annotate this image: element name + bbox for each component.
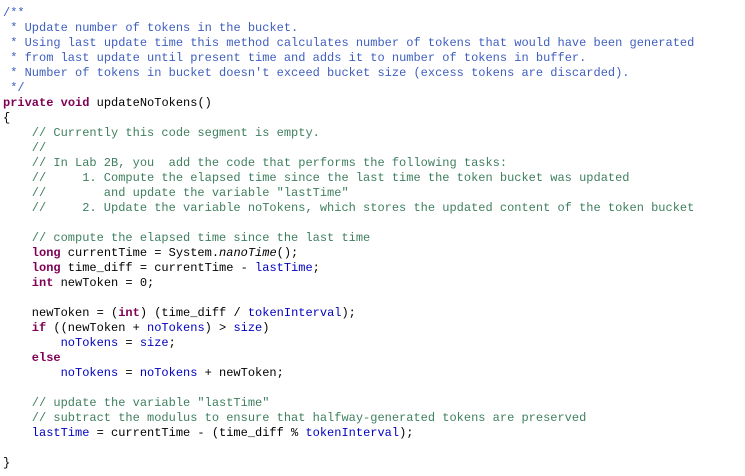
code-line[interactable]: // In Lab 2B, you add the code that perf… bbox=[32, 156, 507, 171]
code-token: { bbox=[3, 111, 11, 125]
code-token: currentTime = System. bbox=[60, 246, 220, 260]
code-token: int bbox=[31, 276, 54, 290]
code-token: // and update the variable "lastTime" bbox=[31, 186, 349, 200]
code-token: // 1. Compute the elapsed time since the… bbox=[31, 171, 630, 185]
code-line[interactable]: * Update number of tokens in the bucket. bbox=[3, 21, 298, 36]
code-token: // compute the elapsed time since the la… bbox=[31, 231, 371, 245]
code-token: * Update number of tokens in the bucket. bbox=[3, 21, 299, 35]
code-token: size bbox=[233, 321, 263, 335]
code-token: = currentTime - (time_diff % bbox=[89, 426, 306, 440]
code-token: updateNoTokens() bbox=[89, 96, 212, 110]
code-token: ; bbox=[312, 261, 320, 275]
code-line[interactable]: { bbox=[3, 111, 10, 126]
code-token: } bbox=[3, 456, 11, 470]
code-token: = bbox=[118, 336, 140, 350]
code-token: void bbox=[60, 96, 90, 110]
code-line[interactable]: // compute the elapsed time since the la… bbox=[32, 231, 370, 246]
code-line[interactable]: newToken = (int) (time_diff / tokenInter… bbox=[32, 306, 356, 321]
code-line[interactable]: // Currently this code segment is empty. bbox=[32, 126, 320, 141]
code-token: ; bbox=[168, 336, 176, 350]
code-token: ((newToken + bbox=[46, 321, 148, 335]
code-line[interactable]: // update the variable "lastTime" bbox=[32, 396, 270, 411]
code-token: * Number of tokens in bucket doesn't exc… bbox=[3, 66, 630, 80]
code-token: // bbox=[31, 141, 47, 155]
code-token: if bbox=[31, 321, 47, 335]
code-token: else bbox=[31, 351, 61, 365]
code-token: long bbox=[31, 261, 61, 275]
code-line[interactable]: // and update the variable "lastTime" bbox=[32, 186, 349, 201]
code-line[interactable]: if ((newToken + noTokens) > size) bbox=[32, 321, 270, 336]
code-line[interactable]: // bbox=[32, 141, 46, 156]
code-token: noTokens bbox=[139, 366, 198, 380]
code-token: ); bbox=[341, 306, 356, 320]
code-token: + newToken; bbox=[197, 366, 284, 380]
code-token: // update the variable "lastTime" bbox=[31, 396, 270, 410]
code-token: = bbox=[118, 366, 140, 380]
code-token: ) (time_diff / bbox=[139, 306, 248, 320]
code-line[interactable]: // 2. Update the variable noTokens, whic… bbox=[32, 201, 695, 216]
code-token: ) bbox=[262, 321, 270, 335]
code-token: // 2. Update the variable noTokens, whic… bbox=[31, 201, 695, 215]
code-token: newToken = ( bbox=[31, 306, 119, 320]
code-token: noTokens bbox=[60, 366, 119, 380]
code-editor[interactable]: /** * Update number of tokens in the buc… bbox=[0, 0, 745, 476]
code-token: private bbox=[3, 96, 54, 110]
code-line[interactable]: /** bbox=[3, 6, 25, 21]
code-token: ); bbox=[399, 426, 414, 440]
code-token: noTokens bbox=[147, 321, 205, 335]
code-token: newToken = 0; bbox=[53, 276, 155, 290]
code-line[interactable]: else bbox=[32, 351, 61, 366]
code-token: tokenInterval bbox=[247, 306, 342, 320]
code-token: */ bbox=[3, 81, 25, 95]
code-line[interactable]: // 1. Compute the elapsed time since the… bbox=[32, 171, 630, 186]
code-line[interactable]: * Using last update time this method cal… bbox=[3, 36, 694, 51]
code-token: lastTime bbox=[31, 426, 90, 440]
code-token: // subtract the modulus to ensure that h… bbox=[31, 411, 587, 425]
code-token: noTokens bbox=[60, 336, 119, 350]
code-token: nanoTime bbox=[219, 246, 277, 260]
code-token: ) > bbox=[204, 321, 234, 335]
code-line[interactable]: noTokens = size; bbox=[61, 336, 176, 351]
code-token: time_diff = currentTime - bbox=[60, 261, 256, 275]
code-token: (); bbox=[276, 246, 299, 260]
code-line[interactable]: */ bbox=[3, 81, 25, 96]
code-token: * from last update until present time an… bbox=[3, 51, 587, 65]
code-token: lastTime bbox=[255, 261, 313, 275]
code-line[interactable]: long currentTime = System.nanoTime(); bbox=[32, 246, 298, 261]
code-line[interactable]: * from last update until present time an… bbox=[3, 51, 586, 66]
code-line[interactable]: noTokens = noTokens + newToken; bbox=[61, 366, 284, 381]
code-token: * Using last update time this method cal… bbox=[3, 36, 695, 50]
code-line[interactable]: int newToken = 0; bbox=[32, 276, 154, 291]
code-token: size bbox=[139, 336, 169, 350]
code-token: tokenInterval bbox=[305, 426, 400, 440]
code-line[interactable]: private void updateNoTokens() bbox=[3, 96, 212, 111]
code-line[interactable]: lastTime = currentTime - (time_diff % to… bbox=[32, 426, 414, 441]
code-token: // Currently this code segment is empty. bbox=[31, 126, 320, 140]
code-line[interactable]: long time_diff = currentTime - lastTime; bbox=[32, 261, 320, 276]
code-token: /** bbox=[3, 6, 25, 20]
code-line[interactable]: } bbox=[3, 456, 10, 471]
code-token: // In Lab 2B, you add the code that perf… bbox=[31, 156, 508, 170]
code-line[interactable]: * Number of tokens in bucket doesn't exc… bbox=[3, 66, 630, 81]
code-token: long bbox=[31, 246, 61, 260]
code-token: int bbox=[118, 306, 140, 320]
code-line[interactable]: // subtract the modulus to ensure that h… bbox=[32, 411, 587, 426]
